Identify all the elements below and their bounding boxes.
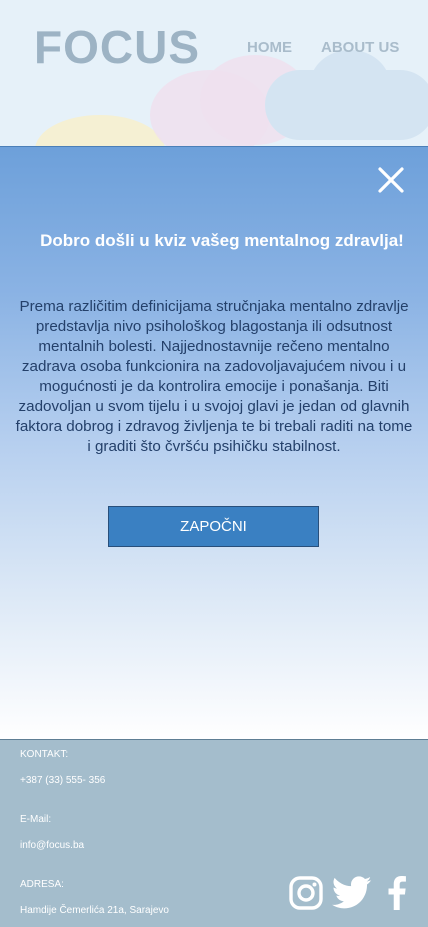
welcome-modal: Dobro došli u kviz vašeg mentalnog zdrav… <box>0 146 428 740</box>
address-label: ADRESA: <box>20 879 64 890</box>
email-label: E-Mail: <box>20 814 52 825</box>
close-icon[interactable] <box>374 163 408 197</box>
yellow-cloud-decoration <box>35 115 165 146</box>
phone-number: +387 (33) 555- 356 <box>20 775 106 786</box>
site-logo[interactable]: FOCUS <box>34 20 200 74</box>
site-header: FOCUS HOME ABOUT US <box>0 0 428 146</box>
modal-title: Dobro došli u kviz vašeg mentalnog zdrav… <box>40 231 404 250</box>
twitter-icon[interactable] <box>332 876 372 910</box>
nav-home-link[interactable]: HOME <box>247 39 292 56</box>
blue-cloud-decoration-2 <box>310 50 390 120</box>
address-text: Hamdije Čemerlića 21a, Sarajevo <box>20 905 169 916</box>
modal-description: Prema različitim definicijama stručnjaka… <box>15 298 413 455</box>
start-button[interactable]: ZAPOČNI <box>108 506 319 547</box>
email-address[interactable]: info@focus.ba <box>20 840 84 851</box>
nav-about-link[interactable]: ABOUT US <box>321 39 399 56</box>
facebook-icon[interactable] <box>384 876 410 910</box>
instagram-icon[interactable] <box>289 876 323 910</box>
contact-label: KONTAKT: <box>20 749 69 760</box>
